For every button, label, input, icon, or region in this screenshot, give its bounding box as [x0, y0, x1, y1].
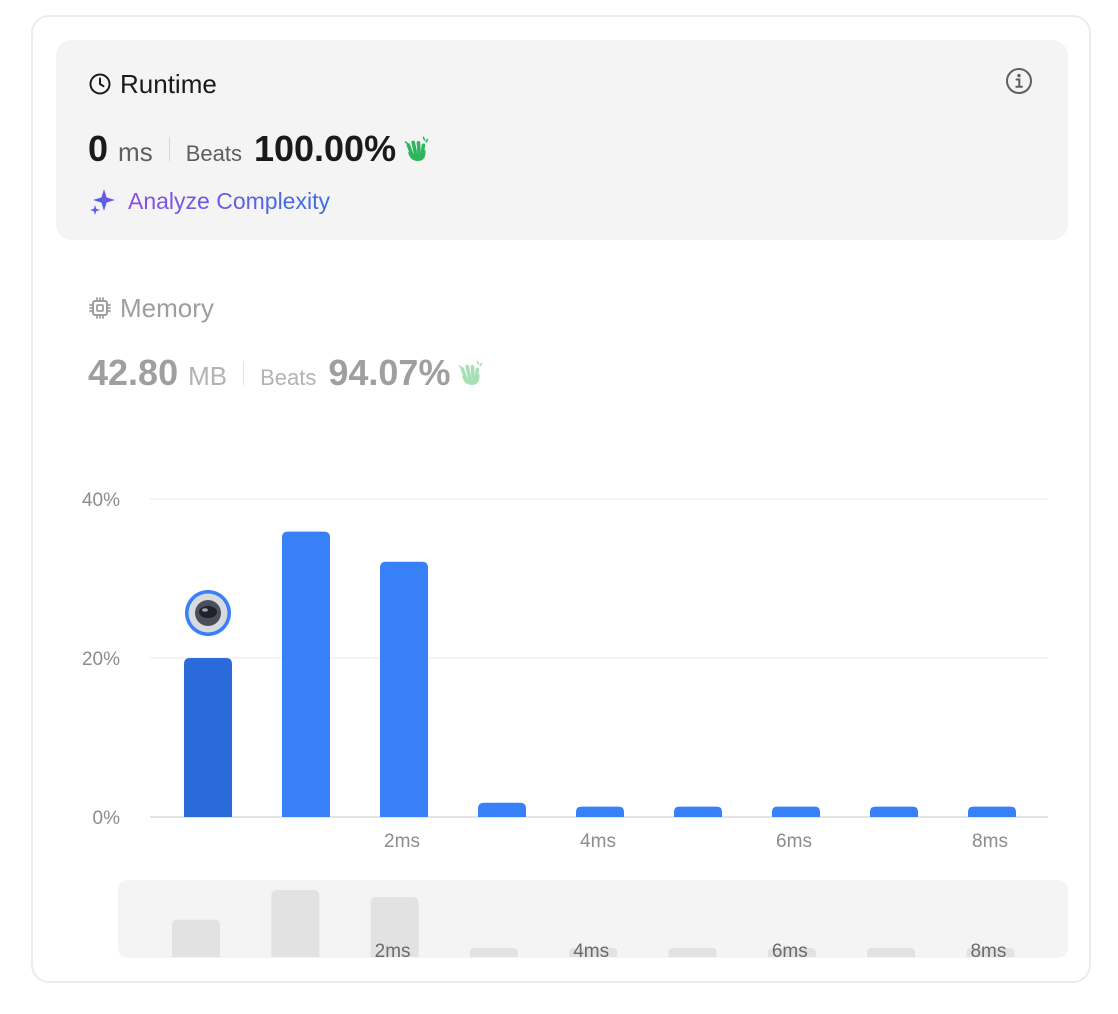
- navigator-bar: [271, 890, 320, 957]
- y-tick-label: 0%: [93, 808, 121, 829]
- x-tick-label: 2ms: [384, 831, 420, 852]
- user-avatar-reflection: [202, 608, 208, 612]
- x-tick-label: 6ms: [776, 831, 812, 852]
- navigator-tick-label: 2ms: [375, 941, 411, 962]
- x-tick-label: 8ms: [972, 831, 1008, 852]
- highlighted-bar[interactable]: [184, 658, 232, 817]
- bar[interactable]: [478, 802, 526, 817]
- navigator-tick-label: 8ms: [970, 941, 1006, 962]
- bar[interactable]: [772, 806, 820, 817]
- navigator-bar: [867, 948, 916, 957]
- y-tick-label: 20%: [82, 649, 120, 670]
- bar[interactable]: [282, 531, 330, 817]
- bar[interactable]: [968, 806, 1016, 817]
- runtime-distribution-chart: 0% 20% 40% 2ms 4ms 6ms 8ms 2ms 4ms 6ms 8ms: [82, 490, 1048, 962]
- x-tick-label: 4ms: [580, 831, 616, 852]
- navigator-tick-label: 4ms: [573, 941, 609, 962]
- navigator-tick-label: 6ms: [772, 941, 808, 962]
- bar[interactable]: [576, 806, 624, 817]
- user-avatar-visor: [199, 606, 217, 618]
- bar[interactable]: [674, 806, 722, 817]
- y-tick-label: 40%: [82, 490, 120, 511]
- navigator-bar: [668, 948, 717, 957]
- bar[interactable]: [380, 561, 428, 817]
- navigator-bar: [469, 948, 518, 957]
- bar[interactable]: [870, 806, 918, 817]
- navigator-bar: [172, 919, 220, 957]
